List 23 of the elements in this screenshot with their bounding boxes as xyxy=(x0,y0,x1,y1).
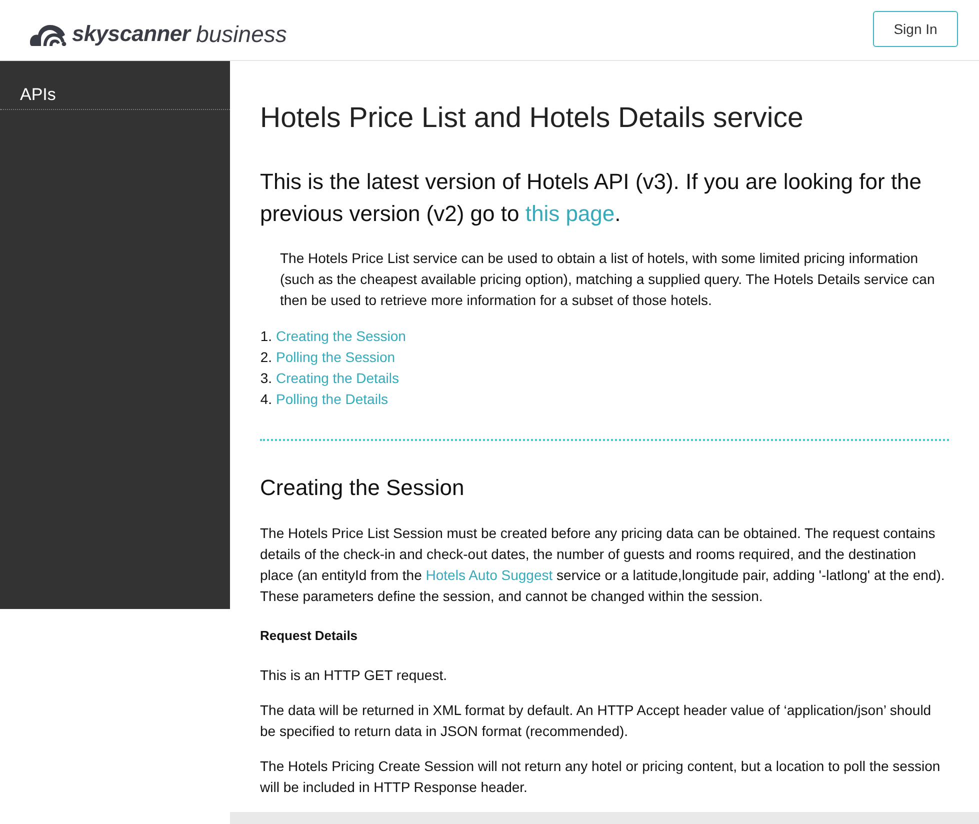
list-number: 2. xyxy=(259,348,273,367)
toc-link[interactable]: Creating the Session xyxy=(276,326,406,347)
logo-brand-text: skyscanner xyxy=(72,21,190,47)
lead-text: This is the latest version of Hotels API (v3). If you are looking for the previous version (v2) go to this page. xyxy=(260,168,923,228)
page-title: Hotels Price List and Hotels Details service xyxy=(260,101,804,136)
sidebar-item[interactable]: APIs xyxy=(0,61,230,110)
toc-link[interactable]: Polling the Session xyxy=(276,347,396,368)
section-heading: Creating the Session xyxy=(260,474,466,502)
toc-link[interactable]: Polling the Details xyxy=(276,389,388,410)
sign-in-button[interactable]: Sign In xyxy=(873,11,958,47)
logo-product-text: business xyxy=(196,21,287,47)
link[interactable]: Hotels Auto Suggest xyxy=(426,567,553,583)
list-number: 3. xyxy=(259,369,273,388)
paragraph: The data will be returned in XML format by default. An HTTP Accept header value of ‘application/json’ should be specified to return data in JSON format (recommended). xyxy=(260,701,932,741)
paragraph: This is an HTTP GET request. xyxy=(260,666,448,685)
list-number: 1. xyxy=(259,327,273,346)
paragraph: The Hotels Pricing Create Session will not return any hotel or pricing content, but a location to poll the session will be included in HTTP Response header. xyxy=(260,757,942,797)
subheading: Request Details xyxy=(260,627,359,645)
list-number: 4. xyxy=(259,390,273,409)
paragraph: The Hotels Price List Session must be created before any pricing data can be obtained. The request contains details of the check-in and check-out dates, the number of guests and rooms required, and the destination place (an entityId from the Hotels Auto Suggest service or a latitude,longitude pair, adding '-latlong' at the end). These parameters define the session, and cannot be changed within the session. xyxy=(260,524,946,606)
toc-link[interactable]: Creating the Details xyxy=(276,368,399,389)
intro-paragraph: The Hotels Price List service can be used to obtain a list of hotels, with some limited pricing information (such as the cheapest available pricing option), matching a supplied query. The Hotels Details service can then be used to retrieve more information for a subset of those hotels. xyxy=(279,249,936,310)
link[interactable]: this page xyxy=(525,201,615,226)
